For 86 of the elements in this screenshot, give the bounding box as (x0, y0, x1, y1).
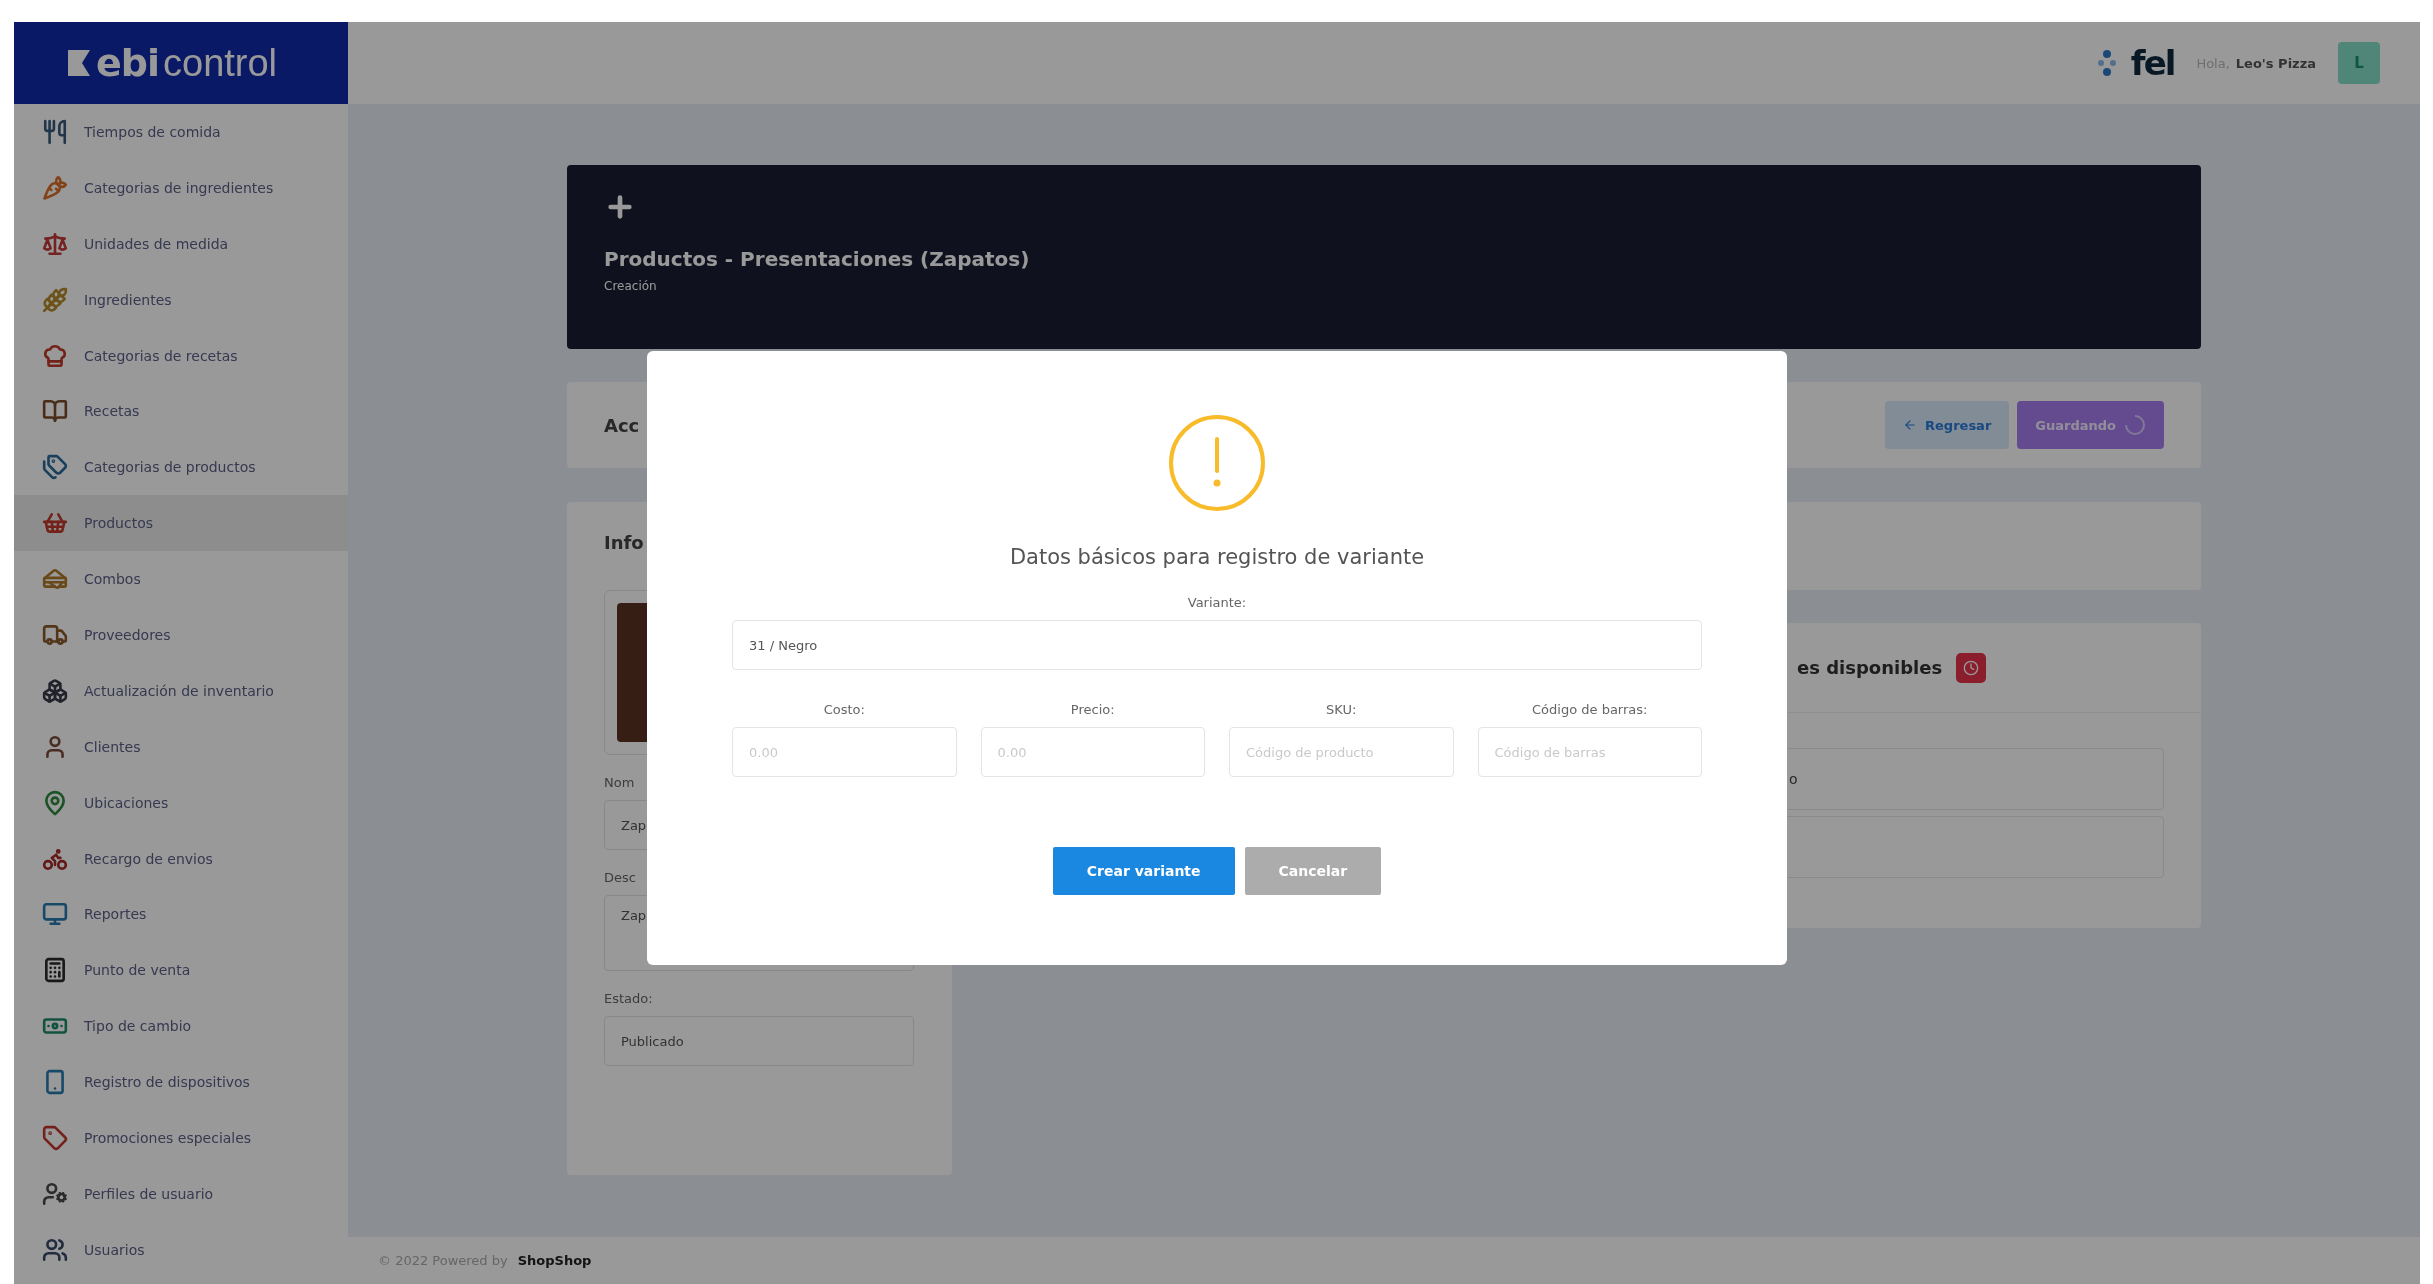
field-label: Estado: (604, 991, 654, 1006)
dots-icon[interactable] (2096, 48, 2117, 78)
sidebar-item-label: Usuarios (84, 1241, 145, 1258)
page-subtitle: Creación (604, 279, 658, 293)
sidebar-item-label: Ubicaciones (84, 794, 169, 811)
sidebar-item-label: Tipo de cambio (84, 1018, 192, 1035)
carrot-icon (42, 174, 68, 201)
sidebar-item[interactable]: Clientes (14, 718, 348, 775)
book-icon (42, 398, 68, 425)
calculator-icon (42, 957, 68, 984)
sidebar-item[interactable]: Promociones especiales (14, 1110, 348, 1166)
sidebar-item[interactable]: Tipo de cambio (14, 998, 348, 1055)
logo-mark-icon (66, 48, 92, 78)
sidebar-item-label: Clientes (84, 738, 141, 755)
sidebar-item-label: Reportes (84, 906, 147, 923)
sidebar-item-label: Combos (84, 571, 141, 588)
back-button[interactable]: Regresar (1885, 401, 2010, 449)
user-name: Leo's Pizza (2235, 55, 2316, 71)
modal-title: Datos básicos para registro de variante (1009, 545, 1425, 569)
field-label: Código de barras: (1532, 702, 1648, 717)
monitor-icon (42, 901, 68, 928)
sidebar-item-label: Unidades de medida (84, 235, 229, 252)
sidebar-item[interactable]: Categorias de recetas (14, 327, 348, 384)
wheat-icon (42, 286, 68, 313)
field-label: Costo: (823, 702, 865, 717)
user-avatar[interactable]: L (2338, 42, 2380, 84)
page-title: Productos - Presentaciones (Zapatos) (604, 247, 1031, 271)
partner-logo: fel (2130, 43, 2175, 83)
boxes-icon (42, 677, 68, 704)
sidebar-item[interactable]: Combos (14, 551, 348, 607)
arrow-left-icon (1903, 418, 1917, 432)
tag-icon (42, 1124, 68, 1151)
map-pin-icon (42, 789, 68, 816)
sidebar-item[interactable]: Registro de dispositivos (14, 1054, 348, 1111)
sidebar-item[interactable]: Unidades de medida (14, 215, 348, 272)
sidebar-item-label: Proveedores (84, 626, 171, 643)
create-button[interactable]: Crear variante (1052, 847, 1235, 895)
warning-icon (1169, 415, 1265, 511)
sidebar-item-label: Promociones especiales (84, 1129, 252, 1146)
field-label: Nom (604, 775, 636, 790)
sidebar-item[interactable]: Productos (14, 495, 348, 552)
sidebar-item-label: Perfiles de usuario (84, 1185, 214, 1202)
sidebar-item-label: Ingredientes (84, 291, 172, 308)
logo-text: ebi (96, 41, 159, 85)
card-title: Acc (604, 414, 640, 436)
users-icon (42, 1236, 68, 1263)
field-label: SKU: (1326, 702, 1357, 717)
sidebar-item-label: Registro de dispositivos (84, 1074, 250, 1091)
sidebar-item-label: Categorias de productos (84, 459, 256, 476)
field-label: Precio: (1070, 702, 1115, 717)
sidebar-item[interactable]: Usuarios (14, 1221, 348, 1278)
saving-button[interactable]: Guardando (2017, 401, 2164, 449)
logo-text: control (163, 41, 278, 85)
input-field[interactable]: Publicado (604, 1016, 914, 1066)
spinner-icon (2124, 414, 2146, 436)
chef-hat-icon (42, 342, 68, 369)
sidebar-item[interactable]: Categorias de ingredientes (14, 159, 348, 216)
cancel-button[interactable]: Cancelar (1244, 847, 1382, 895)
sidebar-item[interactable]: Ingredientes (14, 271, 348, 328)
scale-icon (42, 230, 68, 257)
footer-brand: ShopShop (517, 1253, 592, 1268)
sidebar-item[interactable]: Proveedores (14, 607, 348, 663)
sidebar-item-label: Recargo de envios (84, 850, 213, 867)
sidebar-item[interactable]: Ubicaciones (14, 774, 348, 831)
sidebar-item[interactable]: Punto de venta (14, 942, 348, 999)
sidebar-item-label: Tiempos de comida (84, 123, 221, 140)
user-gear-icon (42, 1180, 68, 1207)
sidebar-item-label: Categorias de recetas (84, 347, 238, 364)
sidebar-item-label: Punto de venta (84, 962, 191, 979)
variant-input[interactable]: 31 / Negro (732, 620, 1702, 670)
sidebar-item[interactable]: Reportes (14, 886, 348, 943)
sidebar-item-label: Categorias de ingredientes (84, 179, 274, 196)
sidebar-item[interactable]: Actualización de inventario (14, 662, 348, 719)
card-title: es disponibles (1797, 657, 1943, 678)
card-title: Info (604, 532, 644, 553)
sidebar-item-label: Recetas (84, 403, 140, 420)
sidebar-item[interactable]: Recargo de envios (14, 830, 348, 887)
field-label: Desc (604, 870, 637, 885)
sidebar-item[interactable]: Perfiles de usuario (14, 1165, 348, 1222)
sidebar-item[interactable]: Recetas (14, 383, 348, 440)
sidebar-item[interactable]: Tiempos de comida (14, 104, 348, 160)
sidebar-item-label: Productos (84, 515, 153, 532)
sidebar-item-label: Actualización de inventario (84, 682, 274, 699)
utensils-icon (42, 118, 68, 145)
field-label: Variante: (1187, 595, 1247, 610)
tags-icon (42, 454, 68, 481)
